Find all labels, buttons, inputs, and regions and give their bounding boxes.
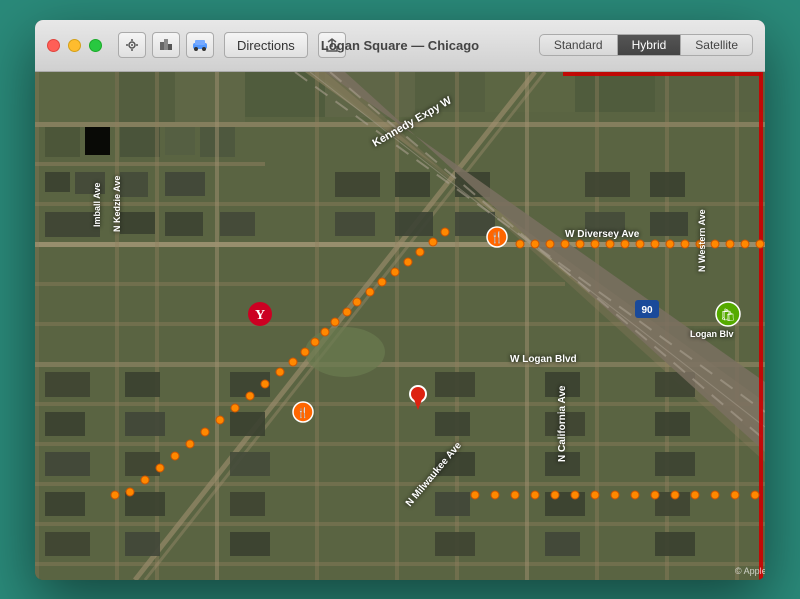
svg-text:W Logan Blvd: W Logan Blvd — [510, 354, 577, 365]
drive-button[interactable] — [186, 32, 214, 58]
app-window: Directions Logan Square — Chicago Standa… — [35, 20, 765, 580]
share-button[interactable] — [318, 32, 346, 58]
map-container[interactable]: Y 🍴 🍴 🛍 90 Kennedy Expy W W Diversey Ave… — [35, 72, 765, 580]
svg-text:🍴: 🍴 — [490, 231, 504, 244]
svg-text:90: 90 — [641, 305, 653, 316]
svg-text:Logan Blv: Logan Blv — [690, 329, 734, 339]
map-type-controls: Standard Hybrid Satellite — [539, 34, 753, 56]
titlebar: Directions Logan Square — Chicago Standa… — [35, 20, 765, 72]
satellite-map-btn[interactable]: Satellite — [681, 35, 752, 55]
svg-text:N California Ave: N California Ave — [557, 385, 568, 462]
directions-label: Directions — [237, 38, 295, 53]
svg-text:Imball Ave: Imball Ave — [92, 182, 102, 226]
standard-map-btn[interactable]: Standard — [540, 35, 618, 55]
svg-text:🍴: 🍴 — [297, 406, 309, 419]
directions-button[interactable]: Directions — [224, 32, 308, 58]
info-button[interactable] — [152, 32, 180, 58]
close-button[interactable] — [47, 39, 60, 52]
svg-text:Y: Y — [255, 308, 265, 323]
map-background: Y 🍴 🍴 🛍 90 Kennedy Expy W W Diversey Ave… — [35, 72, 765, 580]
svg-text:N Western Ave: N Western Ave — [697, 209, 707, 272]
svg-text:© Apple Inc.: © Apple Inc. — [735, 566, 765, 576]
svg-text:N Kedzie Ave: N Kedzie Ave — [112, 175, 122, 231]
location-button[interactable] — [118, 32, 146, 58]
maximize-button[interactable] — [89, 39, 102, 52]
svg-text:🛍: 🛍 — [720, 308, 735, 322]
hybrid-map-btn[interactable]: Hybrid — [618, 35, 682, 55]
traffic-lights — [47, 39, 102, 52]
minimize-button[interactable] — [68, 39, 81, 52]
svg-text:W Diversey Ave: W Diversey Ave — [565, 229, 640, 240]
toolbar-left: Directions — [118, 32, 346, 58]
